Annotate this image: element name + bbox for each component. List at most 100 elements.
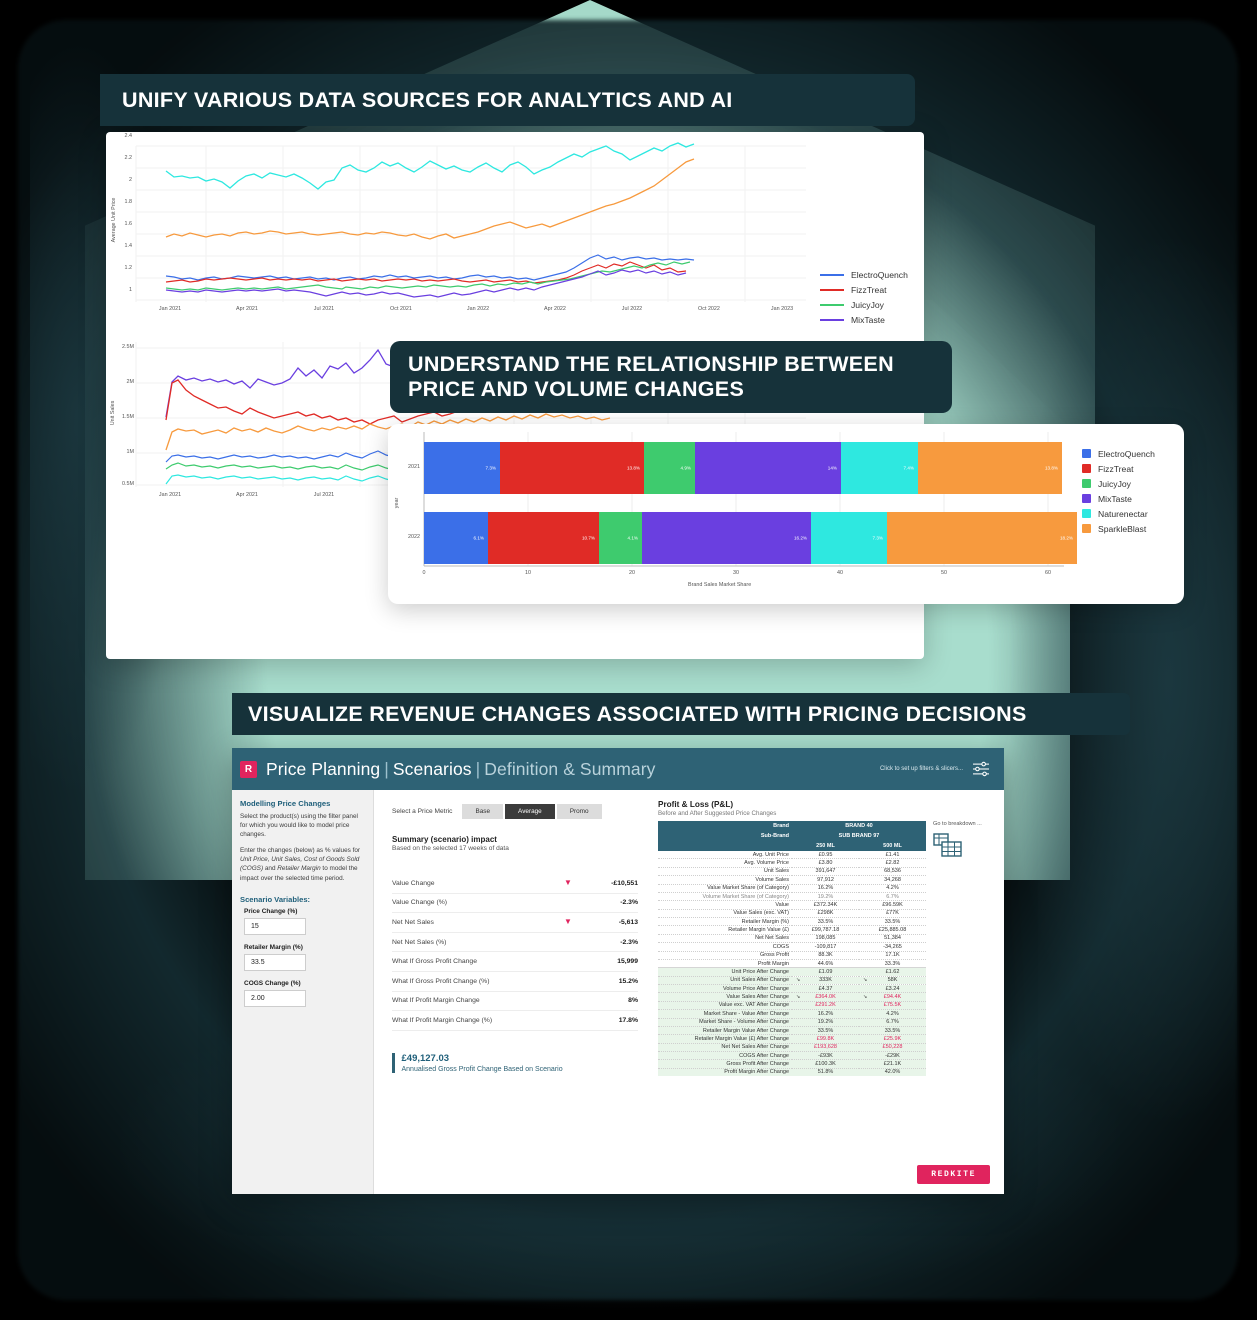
x-tick: Jan 2022 — [466, 306, 490, 312]
breakdown-link[interactable]: Go to breakdown ... — [933, 821, 991, 827]
legend-swatch-juicyjoy-icon — [820, 303, 844, 306]
metric-button-base[interactable]: Base — [462, 804, 504, 819]
bar-label: 16.2% — [793, 535, 807, 541]
pl-row-value-500: £50,228 — [859, 1043, 926, 1053]
stacked-bar-2022[interactable]: 6.1% 10.7% 4.1% 16.2% 7.3% 18.2% — [424, 512, 1084, 564]
banner-price-volume-relationship: UNDERSTAND THE RELATIONSHIP BETWEEN PRIC… — [390, 341, 952, 413]
pl-row-value-500: £21.1K — [859, 1059, 926, 1069]
legend-item[interactable]: Naturenectar — [1082, 506, 1155, 521]
y-axis-title-price: Average Unit Price — [111, 197, 117, 243]
legend-item[interactable]: ElectroQuench — [1082, 446, 1155, 461]
bar-segment-electroquench[interactable]: 7.3% — [424, 442, 500, 494]
bar-segment-fizztreat[interactable]: 13.8% — [500, 442, 644, 494]
banner-text: VISUALIZE REVENUE CHANGES ASSOCIATED WIT… — [248, 701, 1027, 726]
pl-row-value-250: £364.0K — [792, 992, 859, 1002]
dashboard-title: Price Planning | Scenarios | Definition & Su… — [266, 759, 656, 780]
legend-item[interactable]: FizzTreat — [1082, 461, 1155, 476]
legend-item[interactable]: MixTaste — [820, 312, 908, 327]
bar-segment-sparkleblast[interactable]: 18.2% — [887, 512, 1077, 564]
x-tick: Jan 2023 — [770, 306, 794, 312]
bar-segment-juicyjoy[interactable]: 4.1% — [599, 512, 642, 564]
summary-row: What If Profit Margin Change (%) 17.8% — [392, 1011, 638, 1031]
pl-row: Volume Sales 97,912 34,268 — [658, 875, 926, 885]
retailer-margin-label: Retailer Margin (%) — [244, 943, 303, 951]
metric-button-promo[interactable]: Promo — [556, 804, 602, 819]
bar-y-tick: 2021 — [408, 464, 420, 470]
legend-item[interactable]: JuicyJoy — [1082, 476, 1155, 491]
price-metric-label: Select a Price Metric — [392, 808, 453, 815]
pl-row-value-250: £298K — [792, 909, 859, 919]
legend-item[interactable]: ElectroQuench — [820, 267, 908, 282]
pl-row-after: Retailer Margin Value After Change 33.5% 3… — [658, 1026, 926, 1036]
pl-row: COGS -109,817 -34,265 — [658, 942, 926, 952]
scenario-variables-heading: Scenario Variables: — [240, 894, 311, 904]
bar-segment-naturenectar[interactable]: 7.4% — [841, 442, 918, 494]
legend-item[interactable]: FizzTreat — [820, 282, 908, 297]
bar-label: 7.3% — [872, 535, 883, 541]
pl-row-label: Avg. Unit Price — [658, 851, 792, 860]
annualised-profit-label: Annualised Gross Profit Change Based on … — [401, 1065, 563, 1073]
pl-row-label: Volume Market Share (of Category) — [658, 892, 792, 902]
dashboard-header-actions: Click to set up filters & slicers... — [880, 761, 990, 777]
summary-row: Value Change (%) -2.3% — [392, 894, 638, 914]
summary-row-label: Value Change (%) — [392, 899, 448, 907]
bar-segment-juicyjoy[interactable]: 4.9% — [644, 442, 695, 494]
pl-row-value-500: -£29K — [859, 1051, 926, 1061]
price-change-input[interactable]: 15 — [244, 917, 306, 935]
cogs-change-input[interactable]: 2.00 — [244, 989, 306, 1007]
pl-row-value-250: 88.3K — [792, 951, 859, 960]
pl-subheading: Before and After Suggested Price Changes — [658, 810, 777, 817]
pl-row: Unit Sales 391,647 68,536 — [658, 867, 926, 877]
pl-row-value-250: 33.5% — [792, 917, 859, 927]
pl-header-subbrand: Sub-Brand SUB BRAND 97 — [658, 831, 926, 841]
bar-segment-electroquench[interactable]: 6.1% — [424, 512, 488, 564]
pl-row-value-250: £4.37 — [792, 984, 859, 994]
metric-button-average[interactable]: Average — [505, 804, 555, 819]
bar-x-tick: 0 — [422, 570, 426, 576]
pl-table: Brand BRAND 40 Sub-Brand SUB BRAND 97 25… — [658, 821, 926, 1077]
title-separator: | — [475, 758, 481, 779]
pl-row-after: Gross Profit After Change £100.3K £21.1K — [658, 1059, 926, 1069]
table-grid-icon[interactable] — [933, 832, 963, 858]
legend-item[interactable]: MixTaste — [1082, 491, 1155, 506]
filters-hint-label: Click to set up filters & slicers... — [879, 766, 963, 772]
summary-row-value: -£10,551 — [611, 879, 638, 887]
pl-row-after: Value Sales After Change£364.0K£94.4K — [658, 992, 926, 1002]
pl-sidebar: Go to breakdown ... — [933, 821, 991, 1076]
legend-swatch-juicyjoy-icon — [1082, 479, 1091, 488]
pl-row-value-250: 19.2% — [792, 892, 859, 902]
bar-segment-sparkleblast[interactable]: 13.8% — [918, 442, 1062, 494]
para2-mid: and — [263, 865, 278, 873]
bar-segment-naturenectar[interactable]: 7.3% — [811, 512, 887, 564]
pl-row-value-500: £1.62 — [859, 967, 926, 977]
legend-swatch-electroquench-icon — [820, 273, 844, 276]
retailer-margin-input[interactable]: 33.5 — [244, 953, 306, 971]
pl-row-label: Retailer Margin Value (£) — [658, 925, 792, 935]
pl-row-label: Profit Margin After Change — [658, 1068, 792, 1077]
pl-col-500ml: 500 ML — [859, 841, 926, 851]
legend-swatch-mixtaste-icon — [1082, 494, 1091, 503]
bar-segment-mixtaste[interactable]: 14% — [695, 442, 841, 494]
pl-row: Avg. Volume Price £3.80 £2.82 — [658, 858, 926, 868]
pl-row-value-250: £3.80 — [792, 858, 859, 868]
pl-row-value-500: 6.7% — [859, 892, 926, 902]
pl-row-label: Value — [658, 900, 792, 910]
pl-row: Retailer Margin Value (£) £99,787.18 £25,8… — [658, 925, 926, 935]
y-tick: 2.2 — [124, 155, 133, 161]
modelling-paragraph-1: Select the product(s) using the filter p… — [240, 813, 358, 839]
redkite-footer-logo: REDKITE — [917, 1165, 990, 1184]
y-axis-title-volume: Unit Sales — [110, 400, 116, 426]
filter-sliders-icon[interactable] — [972, 761, 990, 777]
legend-item[interactable]: JuicyJoy — [820, 297, 908, 312]
pl-row-value-250: £0.95 — [792, 851, 859, 860]
summary-row-label: What If Profit Margin Change (%) — [392, 1016, 493, 1024]
pl-row-value-250: £291.2K — [792, 1001, 859, 1011]
stacked-bar-2021[interactable]: 7.3% 13.8% 4.9% 14% 7.4% 13.8% — [424, 442, 1064, 494]
bar-segment-mixtaste[interactable]: 16.2% — [642, 512, 811, 564]
pl-row-label: Value Market Share (of Category) — [658, 884, 792, 893]
pl-row-value-500: 4.2% — [859, 884, 926, 893]
legend-item[interactable]: SparkleBlast — [1082, 521, 1155, 536]
bar-segment-fizztreat[interactable]: 10.7% — [488, 512, 599, 564]
pl-row-value-500: £96.59K — [859, 900, 926, 910]
modelling-heading: Modelling Price Changes — [240, 799, 331, 808]
